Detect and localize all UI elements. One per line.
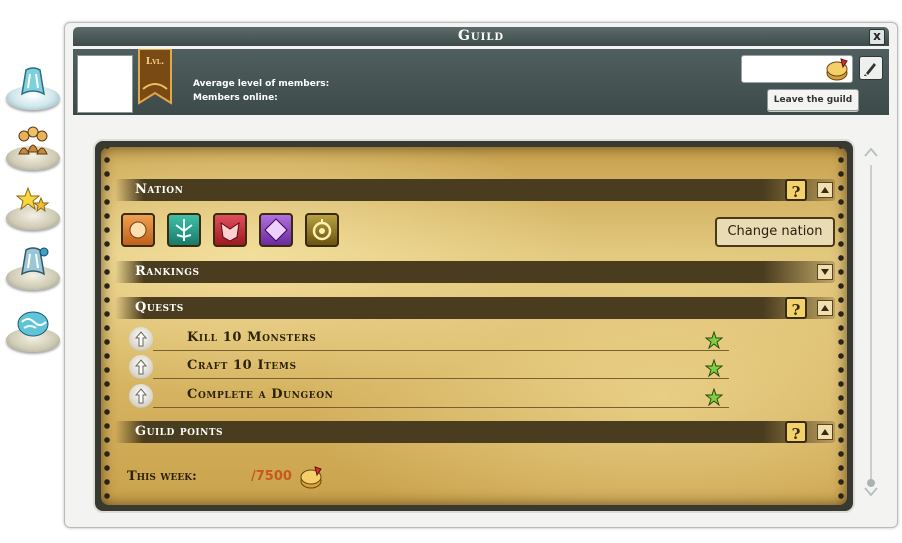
scroll-track[interactable] xyxy=(870,165,872,481)
quest-divider xyxy=(153,378,729,379)
achievements-tab[interactable] xyxy=(0,178,66,236)
quests-collapse-button[interactable] xyxy=(817,300,833,316)
guild-coin-icon xyxy=(826,58,848,81)
guild-points-help-button[interactable]: ? xyxy=(785,421,807,443)
nation-list xyxy=(121,213,351,247)
guild-coin-icon xyxy=(300,466,322,489)
triangle-up-icon xyxy=(821,429,829,435)
nation-bonta-icon[interactable] xyxy=(121,213,155,247)
window-title: Guild xyxy=(457,28,505,44)
guild-header: Lvl. Average level of members: Members o… xyxy=(73,49,889,115)
guild-tab[interactable] xyxy=(0,58,66,116)
this-week-value: /7500 xyxy=(251,469,292,484)
nation-brakmar-icon[interactable] xyxy=(213,213,247,247)
members-tab[interactable] xyxy=(0,118,66,176)
quest-label: Complete a Dungeon xyxy=(187,387,334,402)
emblem-icon xyxy=(21,247,49,276)
quest-divider xyxy=(153,350,729,351)
average-level-label: Average level of members: xyxy=(193,79,330,89)
this-week-label: This week: xyxy=(127,469,197,484)
rankings-section-title: Rankings xyxy=(135,264,200,279)
quest-label: Craft 10 Items xyxy=(187,358,297,373)
triangle-up-icon xyxy=(821,305,829,311)
stars-icon xyxy=(15,186,50,213)
quest-arrow-icon xyxy=(129,355,153,379)
nation-sufokia-icon[interactable] xyxy=(259,213,293,247)
nation-help-button[interactable]: ? xyxy=(785,179,807,201)
guild-points-collapse-button[interactable] xyxy=(817,424,833,440)
title-bar[interactable]: Guild x xyxy=(73,27,889,46)
close-button[interactable]: x xyxy=(869,29,885,45)
parchment-background: Nation ? Change nation Rankings Quests ?… xyxy=(101,147,847,505)
quest-label: Kill 10 Monsters xyxy=(187,330,317,345)
left-border-dots xyxy=(103,147,111,505)
quests-section-bar xyxy=(115,297,835,319)
quest-row[interactable]: Craft 10 Items xyxy=(129,355,729,379)
star-icon xyxy=(705,331,723,349)
guild-points-section-title: Guild points xyxy=(135,424,224,439)
star-icon xyxy=(705,388,723,406)
edit-button[interactable] xyxy=(859,56,883,80)
quest-arrow-icon xyxy=(129,327,153,351)
nation-green-icon[interactable] xyxy=(167,213,201,247)
guild-content-panel: Nation ? Change nation Rankings Quests ?… xyxy=(93,139,855,513)
world-icon xyxy=(17,311,49,337)
quest-row[interactable]: Complete a Dungeon xyxy=(129,384,729,408)
right-border-dots xyxy=(837,147,845,505)
pencil-icon xyxy=(864,63,876,76)
members-icon xyxy=(18,126,48,155)
scroll-down-icon[interactable] xyxy=(863,483,879,499)
leave-guild-button[interactable]: Leave the guild xyxy=(767,89,859,111)
emblem-tab[interactable] xyxy=(0,238,66,296)
nation-section-title: Nation xyxy=(135,182,184,197)
quests-section-title: Quests xyxy=(135,300,184,315)
members-online-label: Members online: xyxy=(193,93,278,103)
guild-emblem xyxy=(77,55,133,113)
level-badge: Lvl. xyxy=(145,57,165,67)
rankings-expand-button[interactable] xyxy=(817,264,833,280)
nation-amakna-icon[interactable] xyxy=(305,213,339,247)
change-nation-button[interactable]: Change nation xyxy=(715,217,835,247)
quests-help-button[interactable]: ? xyxy=(785,297,807,319)
scrollbar[interactable] xyxy=(863,145,879,501)
star-icon xyxy=(705,359,723,377)
quest-row[interactable]: Kill 10 Monsters xyxy=(129,327,729,351)
quest-arrow-icon xyxy=(129,384,153,408)
nation-collapse-button[interactable] xyxy=(817,182,833,198)
triangle-down-icon xyxy=(821,269,829,275)
guild-emblem-icon xyxy=(21,67,45,96)
triangle-up-icon xyxy=(821,187,829,193)
nation-section-bar xyxy=(115,179,835,201)
map-tab[interactable] xyxy=(0,300,66,358)
rankings-section-bar[interactable] xyxy=(115,261,835,283)
scroll-up-icon[interactable] xyxy=(863,145,879,161)
quest-divider xyxy=(153,407,729,408)
guild-window: Guild x Lvl. Average level of members: M… xyxy=(64,22,898,528)
